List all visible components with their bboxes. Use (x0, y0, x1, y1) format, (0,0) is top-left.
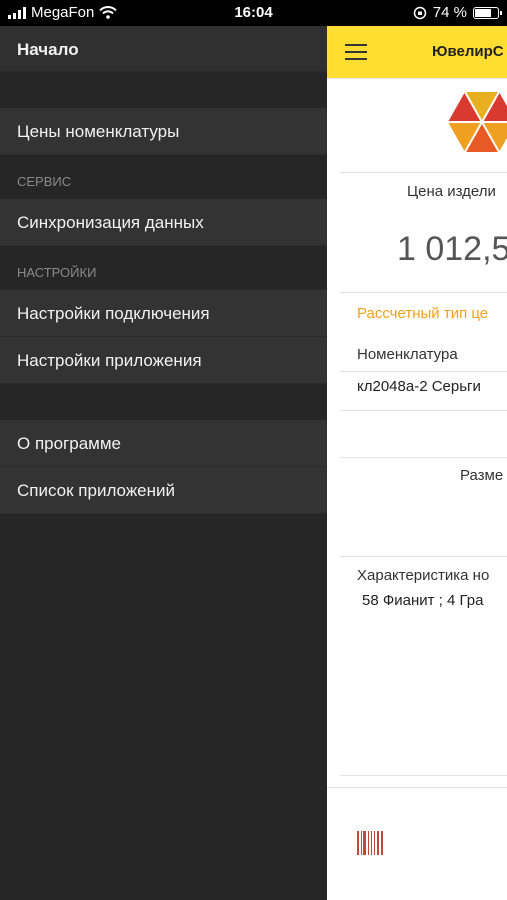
drawer-spacer (0, 384, 327, 420)
price-value: 1 012,5 (397, 230, 507, 268)
size-label: Разме (460, 467, 504, 484)
battery-percent: 74 % (432, 4, 467, 21)
barcode-icon[interactable] (357, 831, 383, 855)
nomenclature-label: Номенклатура (357, 346, 458, 363)
calc-type-label[interactable]: Рассчетный тип це (357, 305, 488, 322)
status-bar: MegaFon 16:04 74 % (0, 0, 507, 26)
battery-icon (473, 6, 502, 19)
divider (340, 172, 507, 173)
divider (340, 775, 507, 776)
orientation-lock-icon (413, 6, 427, 19)
drawer-item-prices[interactable]: Цены номенклатуры (0, 108, 327, 155)
divider (340, 410, 507, 411)
menu-icon[interactable] (345, 44, 367, 60)
app-logo (448, 91, 507, 153)
drawer-item-app-list[interactable]: Список приложений (0, 467, 327, 514)
drawer-item-connection-settings[interactable]: Настройки подключения (0, 290, 327, 337)
section-header-settings: НАСТРОЙКИ (0, 246, 327, 290)
navigation-drawer: Начало Цены номенклатуры СЕРВИС Синхрони… (0, 26, 327, 900)
drawer-spacer (0, 72, 327, 108)
section-header-service: СЕРВИС (0, 155, 327, 199)
status-right: 74 % (413, 4, 502, 21)
drawer-item-app-settings[interactable]: Настройки приложения (0, 337, 327, 384)
app-title: ЮвелирС (432, 43, 504, 60)
drawer-item-home[interactable]: Начало (0, 26, 327, 72)
bottom-bar-divider (327, 787, 507, 788)
characteristic-label: Характеристика но (357, 567, 490, 584)
main-panel: ЮвелирС Цена издели 1 012,5 Рассчетный т… (327, 26, 507, 900)
divider (340, 457, 507, 458)
price-label: Цена издели (407, 183, 496, 200)
drawer-item-sync[interactable]: Синхронизация данных (0, 199, 327, 246)
divider (340, 556, 507, 557)
drawer-item-about[interactable]: О программе (0, 420, 327, 467)
nomenclature-value[interactable]: кл2048а-2 Серьги (357, 378, 481, 395)
app-bar: ЮвелирС (327, 26, 507, 79)
characteristic-value[interactable]: 58 Фианит ; 4 Гра (362, 592, 484, 609)
divider (340, 371, 507, 372)
divider (340, 292, 507, 293)
